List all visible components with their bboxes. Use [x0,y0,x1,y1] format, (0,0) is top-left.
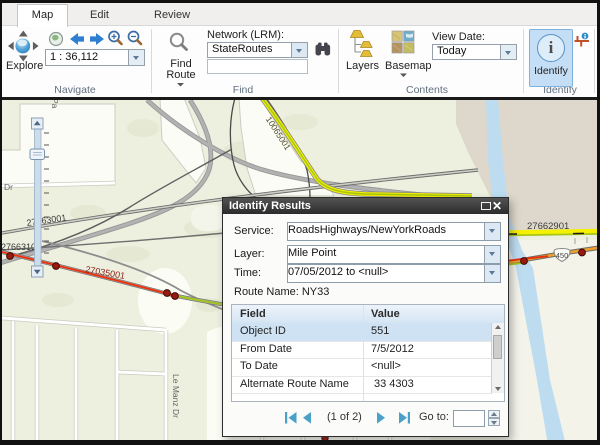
svg-text:27662901: 27662901 [527,221,569,232]
svg-text:Le Manz Dr: Le Manz Dr [171,374,181,418]
svg-text:Pa: Pa [50,100,60,109]
svg-text:450: 450 [556,251,569,260]
svg-text:Dr: Dr [4,182,13,192]
